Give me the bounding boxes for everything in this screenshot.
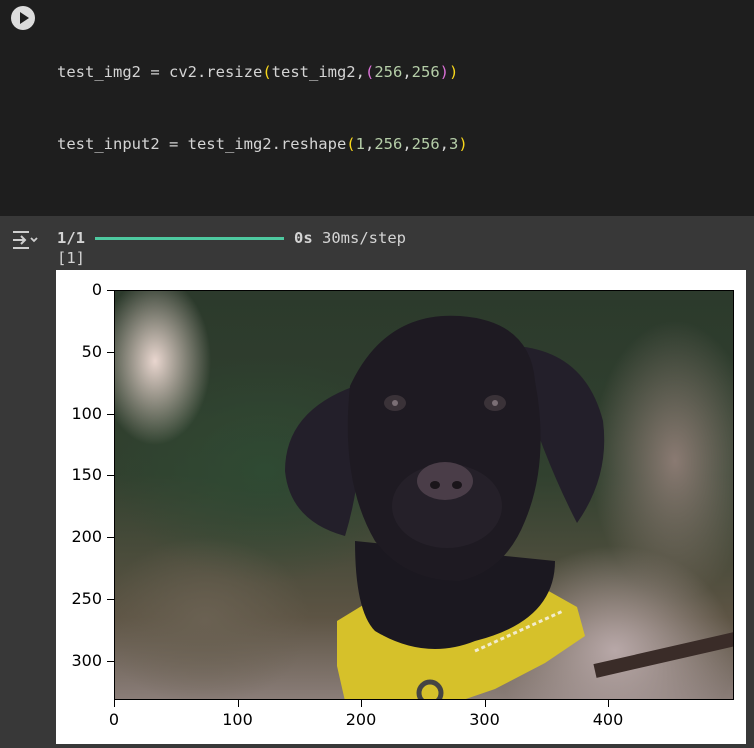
matplotlib-figure: 0 50 100 150 200 250 300 0 100 200 300 400: [56, 270, 746, 744]
code-token: (: [346, 135, 356, 153]
code-token: ,: [402, 63, 412, 81]
print-result: [1]: [57, 249, 85, 267]
y-tick-label: 150: [71, 465, 102, 485]
code-token: ,: [402, 135, 412, 153]
code-token: 1: [355, 135, 365, 153]
y-tick-label: 0: [91, 280, 102, 299]
y-tick: [107, 599, 114, 600]
progress-rate: 30ms/step: [322, 229, 407, 247]
progress-line: 1/1 0s 30ms/step: [57, 228, 406, 248]
code-line-2: test_input2 = test_img2.reshape(1,256,25…: [57, 132, 589, 156]
y-tick-label: 50: [81, 341, 102, 361]
x-tick-label: 0: [108, 710, 120, 729]
code-token: test_img2 = cv2.resize: [57, 63, 263, 81]
code-token: 256: [411, 135, 440, 153]
dog-image: [114, 290, 734, 700]
code-token: (: [262, 63, 272, 81]
progress-time: 0s: [294, 229, 313, 247]
code-token: 256: [374, 135, 403, 153]
x-tick: [361, 700, 362, 707]
progress-bar: [95, 236, 284, 240]
output-toggle-icon[interactable]: [11, 229, 39, 251]
y-tick-label: 200: [71, 527, 102, 547]
x-tick: [484, 700, 486, 707]
code-token: ,: [364, 135, 375, 153]
code-token: 3: [449, 135, 459, 153]
x-tick: [114, 700, 115, 707]
code-line-1: test_img2 = cv2.resize(test_img2,(256,25…: [57, 60, 589, 84]
y-tick-label: 250: [71, 589, 102, 608]
x-tick: [608, 700, 609, 707]
y-tick: [107, 290, 114, 291]
y-tick: [107, 537, 114, 539]
x-tick-label: 200: [345, 710, 377, 729]
y-tick: [107, 475, 114, 477]
code-token: 256: [411, 63, 440, 81]
x-tick-label: 100: [222, 710, 253, 729]
x-tick-label: 300: [469, 710, 500, 729]
code-token: ): [458, 135, 468, 153]
code-token: 256: [374, 63, 403, 81]
code-token: (: [364, 63, 375, 81]
y-tick-label: 100: [71, 403, 102, 423]
y-tick-label: 300: [71, 650, 102, 670]
run-cell-button[interactable]: [11, 6, 35, 30]
code-token: test_img2,: [271, 63, 365, 81]
code-cell[interactable]: test_img2 = cv2.resize(test_img2,(256,25…: [0, 0, 754, 582]
y-tick: [107, 660, 114, 662]
black-labrador-puppy-image: [285, 315, 733, 699]
y-tick: [107, 351, 114, 353]
code-token: test_input2 = test_img2.reshape: [57, 135, 347, 153]
y-tick: [107, 413, 114, 415]
x-tick-label: 400: [592, 710, 624, 729]
code-token: ,: [439, 135, 450, 153]
code-token: ): [449, 63, 459, 81]
progress-count: 1/1: [57, 229, 85, 247]
code-token: ): [439, 63, 450, 81]
x-tick: [237, 700, 239, 707]
